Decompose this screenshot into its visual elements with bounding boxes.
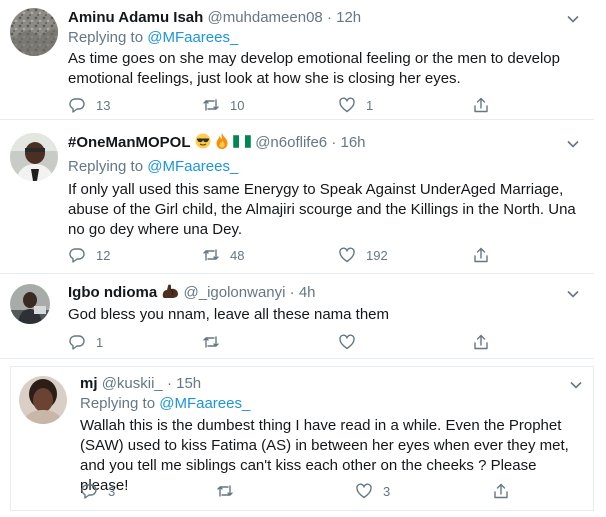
avatar-image (19, 376, 67, 424)
like-button[interactable] (338, 333, 366, 351)
replying-to-label: Replying to (68, 29, 144, 46)
display-name[interactable]: mj (80, 375, 98, 392)
timestamp[interactable]: 12h (336, 9, 361, 26)
like-button[interactable]: 192 (338, 246, 388, 264)
chevron-down-icon[interactable] (567, 376, 585, 394)
avatar[interactable] (10, 133, 58, 181)
retweet-button[interactable]: 48 (202, 246, 244, 264)
replying-to-label: Replying to (80, 395, 156, 412)
share-icon (474, 247, 488, 263)
share-button[interactable] (472, 96, 500, 114)
like-count: 3 (383, 483, 391, 499)
reply-icon (69, 98, 85, 113)
chevron-down-icon[interactable] (564, 135, 582, 153)
fire-emoji-icon (215, 133, 229, 151)
mention-link[interactable]: @MFaarees_ (159, 395, 250, 412)
tweet[interactable]: #OneManMOPOL @n6oflife6 · 16h Replying t… (0, 121, 594, 274)
replying-to: Replying to @MFaarees_ (68, 28, 238, 48)
display-name[interactable]: Aminu Adamu Isah (68, 9, 203, 26)
reply-count: 3 (108, 483, 116, 499)
share-icon (474, 97, 488, 113)
timestamp[interactable]: 16h (341, 134, 366, 151)
heart-icon (339, 334, 355, 350)
share-button[interactable] (472, 246, 500, 264)
separator: · (331, 134, 337, 151)
mention-link[interactable]: @MFaarees_ (147, 158, 238, 175)
retweet-count: 10 (230, 97, 245, 113)
like-count: 192 (366, 247, 388, 263)
retweet-icon (203, 249, 219, 261)
avatar[interactable] (19, 376, 67, 424)
flexed-biceps-emoji-icon (161, 283, 179, 301)
retweet-count: 48 (230, 247, 245, 263)
heart-icon (339, 97, 355, 113)
tweet[interactable]: mj @kuskii_ · 15h Replying to @MFaarees_… (10, 366, 594, 511)
retweet-icon (217, 485, 233, 497)
tweet-actions: 3 3 (80, 482, 570, 502)
share-button[interactable] (472, 333, 500, 351)
heart-icon (339, 247, 355, 263)
separator: · (166, 375, 172, 392)
retweet-icon (203, 336, 219, 348)
reply-count: 13 (96, 97, 111, 113)
user-handle[interactable]: @kuskii_ (102, 375, 163, 392)
nigeria-flag-icon (232, 133, 252, 151)
retweet-button[interactable] (216, 482, 244, 500)
display-name[interactable]: Igbo ndioma (68, 284, 157, 301)
separator: · (326, 9, 332, 26)
sunglasses-emoji-icon (195, 133, 211, 151)
reply-button[interactable]: 13 (68, 96, 110, 114)
tweet-actions: 13 10 1 (68, 96, 568, 116)
reply-button[interactable]: 3 (80, 482, 115, 500)
tweet[interactable]: Igbo ndioma @_igolonwanyi · 4h God bless… (0, 275, 594, 359)
avatar-image (10, 284, 50, 324)
tweet-actions: 12 48 192 (68, 246, 568, 266)
share-button[interactable] (492, 482, 520, 500)
retweet-button[interactable]: 10 (202, 96, 244, 114)
retweet-button[interactable] (202, 333, 230, 351)
user-handle[interactable]: @muhdameen08 (207, 9, 322, 26)
reply-icon (69, 335, 85, 350)
user-handle[interactable]: @n6oflife6 (255, 134, 327, 151)
reply-icon (81, 484, 97, 499)
mention-link[interactable]: @MFaarees_ (147, 29, 238, 46)
reply-button[interactable]: 12 (68, 246, 110, 264)
avatar-image (10, 8, 58, 56)
like-count: 1 (366, 97, 374, 113)
like-button[interactable]: 1 (338, 96, 373, 114)
replying-to: Replying to @MFaarees_ (80, 394, 250, 414)
reply-count: 12 (96, 247, 111, 263)
replying-to: Replying to @MFaarees_ (68, 157, 238, 177)
chevron-down-icon[interactable] (564, 10, 582, 28)
user-handle[interactable]: @_igolonwanyi (184, 284, 286, 301)
retweet-icon (203, 99, 219, 111)
tweet-text: As time goes on she may develop emotiona… (68, 50, 560, 87)
reply-icon (69, 248, 85, 263)
share-icon (474, 334, 488, 350)
separator: · (289, 284, 295, 301)
tweet-actions: 1 (68, 333, 568, 353)
tweet[interactable]: Aminu Adamu Isah @muhdameen08 · 12h Repl… (0, 0, 594, 120)
avatar[interactable] (10, 8, 58, 56)
reply-count: 1 (96, 334, 104, 350)
avatar[interactable] (10, 284, 50, 324)
share-icon (494, 483, 508, 499)
chevron-down-icon[interactable] (564, 285, 582, 303)
timestamp[interactable]: 15h (176, 375, 201, 392)
heart-icon (356, 483, 372, 499)
avatar-image (10, 133, 58, 181)
reply-button[interactable]: 1 (68, 333, 103, 351)
like-button[interactable]: 3 (355, 482, 390, 500)
display-name[interactable]: #OneManMOPOL (68, 134, 191, 151)
tweet-text: If only yall used this same Enerygy to S… (68, 181, 576, 238)
tweet-text: God bless you nnam, leave all these nama… (68, 306, 390, 323)
timestamp[interactable]: 4h (299, 284, 316, 301)
replying-to-label: Replying to (68, 158, 144, 175)
